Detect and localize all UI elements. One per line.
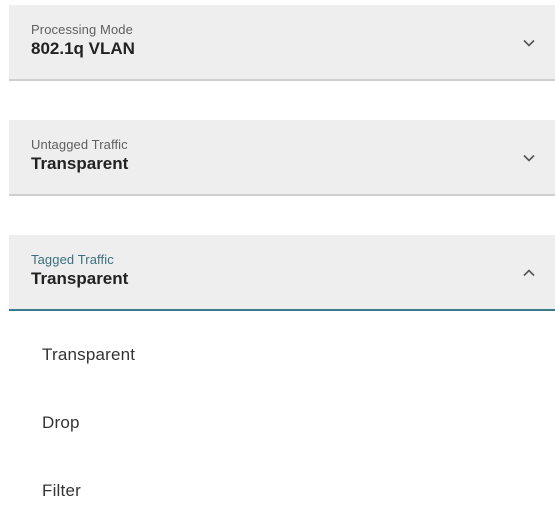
tagged-traffic-dropdown-menu: Transparent Drop Filter xyxy=(9,313,555,529)
tagged-traffic-label: Tagged Traffic xyxy=(31,252,114,267)
tagged-traffic-select[interactable]: Tagged Traffic Transparent xyxy=(9,235,555,311)
chevron-down-icon xyxy=(521,150,537,166)
untagged-traffic-value: Transparent xyxy=(31,154,129,173)
vlan-settings-panel: Processing Mode 802.1q VLAN Untagged Tra… xyxy=(0,0,555,529)
processing-mode-label: Processing Mode xyxy=(31,22,133,37)
processing-mode-value: 802.1q VLAN xyxy=(31,39,135,58)
processing-mode-select[interactable]: Processing Mode 802.1q VLAN xyxy=(9,5,555,81)
chevron-down-icon xyxy=(521,35,537,51)
untagged-traffic-label: Untagged Traffic xyxy=(31,137,128,152)
chevron-up-icon xyxy=(521,265,537,281)
option-drop[interactable]: Drop xyxy=(9,389,555,457)
tagged-traffic-value: Transparent xyxy=(31,269,129,288)
untagged-traffic-select[interactable]: Untagged Traffic Transparent xyxy=(9,120,555,196)
option-transparent[interactable]: Transparent xyxy=(9,321,555,389)
option-filter[interactable]: Filter xyxy=(9,457,555,525)
